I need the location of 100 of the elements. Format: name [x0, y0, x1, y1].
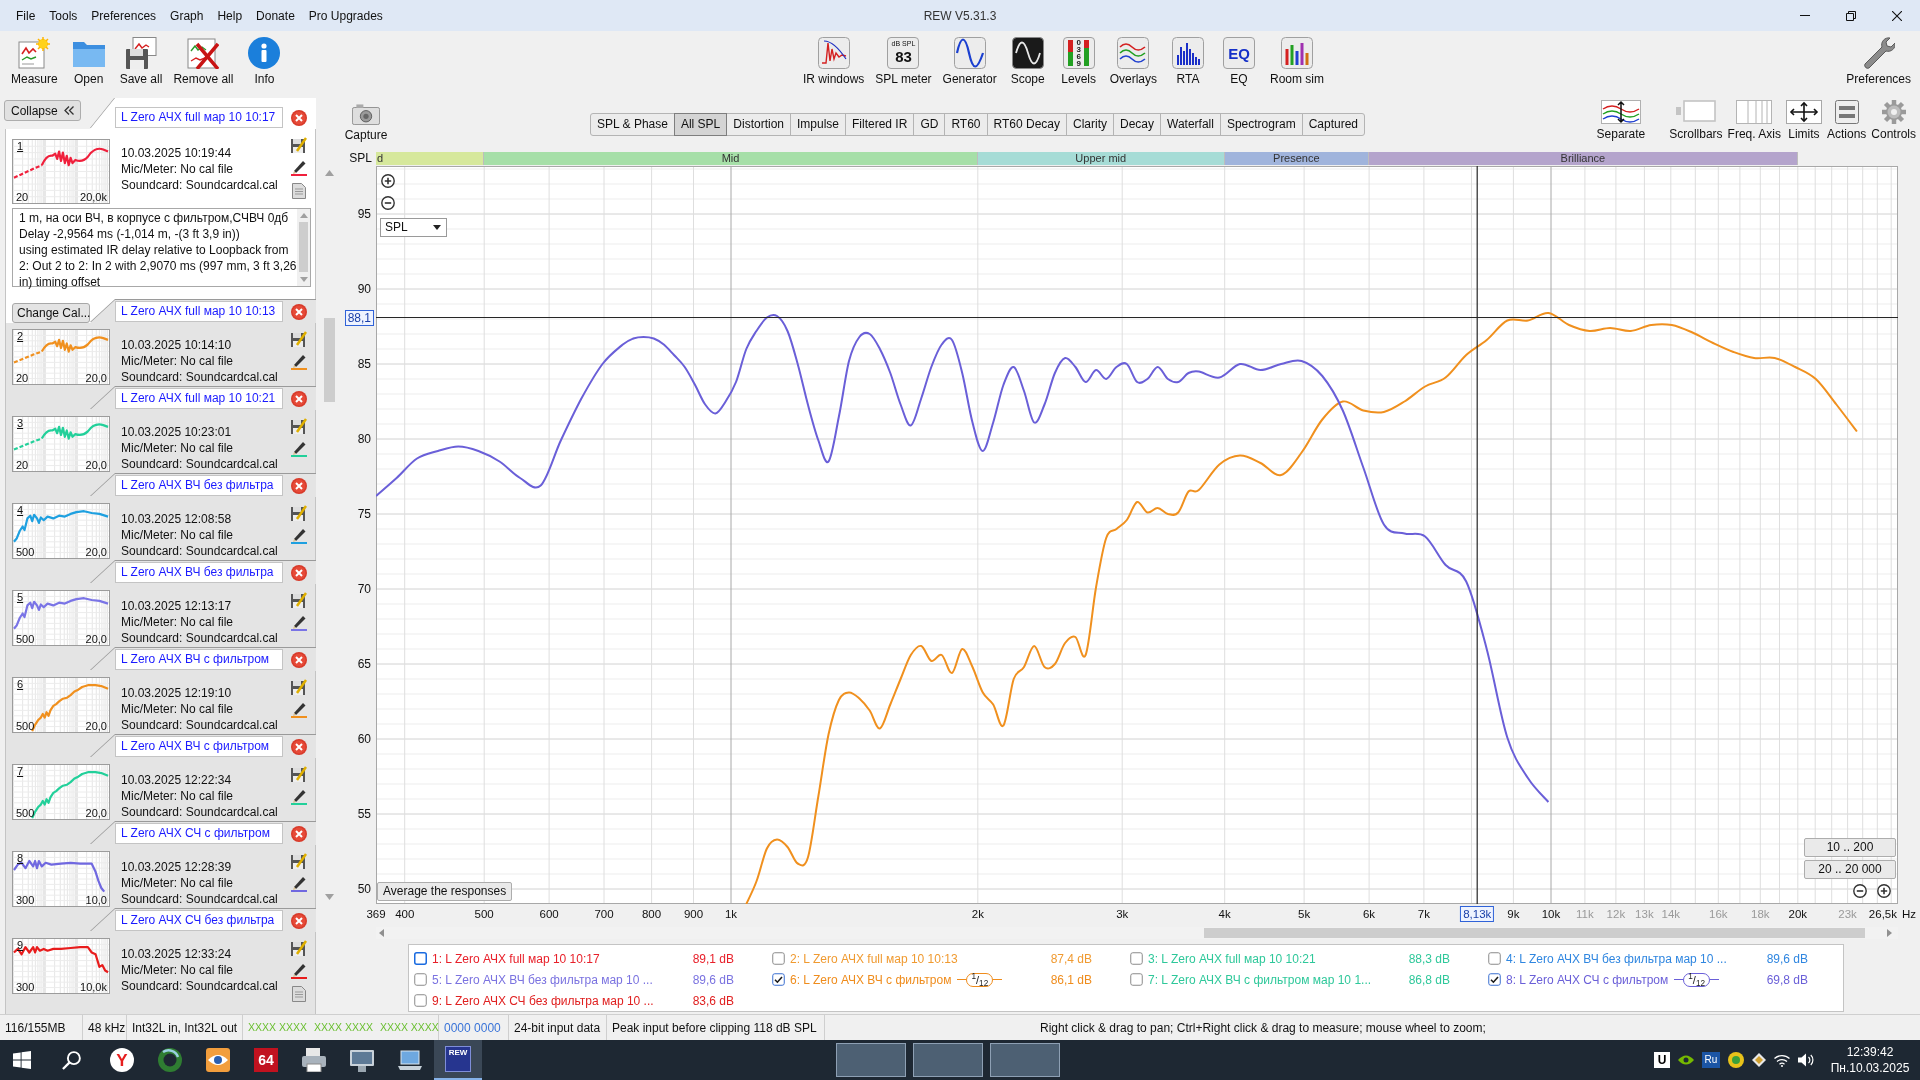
document-icon[interactable]: [291, 183, 307, 199]
change-calibration-button[interactable]: Change Cal...: [12, 303, 90, 323]
tray-letter-tile[interactable]: U: [1654, 1052, 1670, 1068]
checkbox[interactable]: [1130, 973, 1143, 986]
measurement-name-field[interactable]: L Zero АЧХ ВЧ с фильтром: [115, 649, 283, 670]
wifi-icon[interactable]: [1774, 1053, 1790, 1067]
graph-tab[interactable]: Impulse: [790, 113, 846, 136]
checkbox[interactable]: [772, 952, 785, 965]
menu-item[interactable]: Pro Upgrades: [301, 6, 390, 25]
menu-item[interactable]: Help: [210, 6, 250, 25]
limits-button[interactable]: Limits: [1785, 100, 1822, 141]
zoom-out-icon[interactable]: [1853, 884, 1867, 898]
levels-button[interactable]: 0369 Levels: [1058, 31, 1099, 86]
scrollbars-button[interactable]: Scrollbars: [1669, 100, 1723, 141]
pen-icon[interactable]: [291, 615, 307, 631]
menu-tile-icon[interactable]: [1834, 100, 1859, 124]
diamond-icon[interactable]: [1752, 1053, 1766, 1067]
notes-field[interactable]: 1 m, на оси ВЧ, в корпусе с фильтром,СЧВЧ 0дб Delay -2,9564 ms (-1,014 m, -(3 ft 3,9 in)) using estimated IR delay relative to Loopback from 2: Out 2 to 2: In 2 with 2,9070 ms (997 mm, 3 ft 3,26 in) timing offset: [12, 208, 311, 287]
legend-label[interactable]: 4: L Zero АЧХ ВЧ без фильтра мар 10 ...: [1506, 950, 1727, 967]
graph-tab[interactable]: Clarity: [1066, 113, 1114, 136]
level-meter-tile[interactable]: 0369: [1062, 37, 1095, 69]
thumbnail-graph[interactable]: [12, 938, 110, 994]
impulse-graph-icon[interactable]: [817, 37, 850, 69]
save-icon[interactable]: [291, 331, 307, 347]
thumbnail-graph[interactable]: [12, 503, 110, 559]
legend-label[interactable]: 9: L Zero АЧХ СЧ без фильтра мар 10 ...: [432, 992, 654, 1009]
checkbox[interactable]: [772, 973, 785, 986]
view-dropdown[interactable]: SPL: [380, 218, 447, 237]
actions-button[interactable]: Actions: [1826, 100, 1867, 141]
save-all-button[interactable]: Save all: [119, 31, 163, 86]
checkbox[interactable]: [414, 994, 427, 1007]
card-tab[interactable]: L Zero АЧХ full мар 10 10:13: [90, 300, 316, 323]
search-icon[interactable]: [61, 1050, 81, 1070]
measurement-card[interactable]: [5, 129, 316, 300]
checkbox[interactable]: [1488, 973, 1501, 986]
taskbar-button[interactable]: Y: [98, 1040, 146, 1080]
measurement-card[interactable]: 3 20 20,0 10.03.2025 10:23:01 Mic/Meter: No cal file Soundcard: Soundcardcal.cal: [5, 410, 316, 474]
pen-icon[interactable]: [291, 354, 307, 370]
menu-item[interactable]: Graph: [163, 6, 211, 25]
spectrum-bars-icon[interactable]: [1172, 37, 1204, 69]
measurement-name-field[interactable]: L Zero АЧХ ВЧ без фильтра: [115, 562, 283, 583]
save-icon[interactable]: [291, 592, 307, 608]
thumbnail-graph[interactable]: [12, 851, 110, 907]
cursor-line[interactable]: [376, 316, 1898, 319]
scope-button[interactable]: Scope: [1007, 31, 1048, 86]
separate-button[interactable]: Separate: [1596, 100, 1646, 141]
restore-icon[interactable]: [1846, 10, 1856, 21]
freq-axis-button[interactable]: Freq. Axis: [1727, 100, 1781, 141]
scrollbar-thumb[interactable]: [299, 222, 308, 272]
remove-all-button[interactable]: Remove all: [173, 31, 234, 86]
scrollbar-thumb[interactable]: [323, 318, 335, 402]
bar-chart-icon[interactable]: [1281, 37, 1313, 69]
save-icon[interactable]: [291, 679, 307, 695]
graph-tab[interactable]: GD: [913, 113, 946, 136]
overlays-button[interactable]: Overlays: [1109, 31, 1157, 86]
four-arrows-icon[interactable]: [1785, 100, 1822, 124]
checkbox[interactable]: [1488, 952, 1501, 965]
floppy-disk-icon[interactable]: [125, 37, 158, 69]
measurement-card[interactable]: 6 500 20,0 10.03.2025 12:19:10 Mic/Meter: No cal file Soundcard: Soundcardcal.cal: [5, 671, 316, 735]
measurement-name-field[interactable]: L Zero АЧХ ВЧ без фильтра: [115, 475, 283, 496]
language-indicator[interactable]: Ru: [1702, 1052, 1720, 1068]
pen-icon[interactable]: [291, 876, 307, 892]
graph-tab[interactable]: Distortion: [726, 113, 791, 136]
menu-item[interactable]: File: [9, 6, 43, 25]
thumbnail-graph[interactable]: [12, 677, 110, 733]
legend-label[interactable]: 5: L Zero АЧХ ВЧ без фильтра мар 10 ...: [432, 971, 653, 988]
scrollbar-thumb[interactable]: [1204, 928, 1865, 938]
pen-icon[interactable]: [291, 702, 307, 718]
circle-logo-icon[interactable]: [1728, 1052, 1744, 1068]
camera-icon[interactable]: [352, 104, 380, 125]
graph-tab[interactable]: Waterfall: [1160, 113, 1221, 136]
pen-icon[interactable]: [291, 789, 307, 805]
range-button[interactable]: 10 .. 200: [1804, 838, 1896, 857]
eye-logo-icon[interactable]: [1678, 1054, 1694, 1066]
graph-tab[interactable]: RT60: [944, 113, 988, 136]
speaker-icon[interactable]: [1798, 1053, 1814, 1067]
save-icon[interactable]: [291, 853, 307, 869]
thumbnail-graph[interactable]: [12, 139, 110, 204]
zoom-in-icon[interactable]: [1877, 884, 1891, 898]
save-icon[interactable]: [291, 137, 307, 153]
measure-button[interactable]: Measure: [11, 31, 58, 86]
menu-item[interactable]: Preferences: [84, 6, 164, 25]
graph-tab[interactable]: SPL & Phase: [590, 113, 675, 136]
collapse-button[interactable]: Collapse: [4, 100, 81, 121]
zoom-in-icon[interactable]: [381, 174, 395, 188]
pen-icon[interactable]: [291, 160, 307, 176]
thumbnail-graph[interactable]: [12, 416, 110, 472]
thumbnail-graph[interactable]: [12, 590, 110, 646]
menu-item[interactable]: Tools: [42, 6, 85, 25]
document-cross-icon[interactable]: [187, 37, 220, 69]
checkbox[interactable]: [1130, 952, 1143, 965]
zoom-out-icon[interactable]: [381, 196, 395, 210]
info-icon[interactable]: [248, 37, 281, 69]
measurement-name-field[interactable]: L Zero АЧХ СЧ с фильтром: [115, 823, 283, 844]
room-sim-button[interactable]: Room sim: [1270, 31, 1324, 86]
controls-button[interactable]: Controls: [1871, 100, 1916, 141]
document-star-icon[interactable]: [18, 37, 51, 69]
capture-button[interactable]: Capture: [343, 98, 389, 142]
menu-item[interactable]: Donate: [249, 6, 302, 25]
close-icon[interactable]: [1892, 10, 1902, 21]
